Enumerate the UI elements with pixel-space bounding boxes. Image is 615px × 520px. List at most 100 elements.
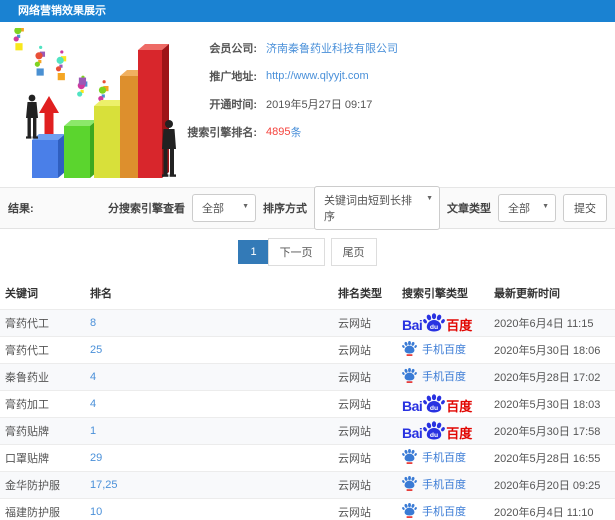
rank-link[interactable]: 4 <box>90 371 96 383</box>
page: 网络营销效果展示 会员公司: 济南秦鲁药业科技有限公司 推广地址: http:/… <box>0 0 615 520</box>
updated-cell: 2020年5月28日 17:02 <box>489 363 615 391</box>
company-link[interactable]: 济南秦鲁药业科技有限公司 <box>266 40 398 56</box>
mobile-baidu-paw-icon <box>402 368 417 384</box>
result-label: 结果: <box>8 203 34 215</box>
updated-cell: 2020年6月4日 11:15 <box>489 309 615 337</box>
mobile-baidu-paw-icon <box>402 341 417 357</box>
svg-text:du: du <box>430 324 438 331</box>
rank-link[interactable]: 10 <box>90 506 102 518</box>
baidu-logo: Bai du 百度 <box>402 394 472 413</box>
results-table-body: 膏药代工 8 云网站 Bai du 百度 2020年6月4日 11:15 膏药代工 25… <box>0 309 615 520</box>
rank-link[interactable]: 8 <box>90 317 96 329</box>
bar-green <box>64 120 97 178</box>
member-info: 会员公司: 济南秦鲁药业科技有限公司 推广地址: http://www.qlyy… <box>180 28 615 187</box>
keyword-cell: 福建防护服 <box>0 498 85 520</box>
ranking-unit: 条 <box>290 126 302 139</box>
mobile-baidu-paw-icon <box>402 476 417 492</box>
engine-cell: Bai du 百度 <box>397 417 489 445</box>
mobile-baidu-label: 手机百度 <box>422 505 466 518</box>
top-section: 会员公司: 济南秦鲁药业科技有限公司 推广地址: http://www.qlyy… <box>0 22 615 188</box>
header-bar: 网络营销效果展示 <box>0 0 615 22</box>
engine-cell: 手机百度 <box>397 336 489 364</box>
filter-bar: 结果: 分搜索引擎查看 全部 排序方式 关键词由短到长排序 文章类型 全部 提交 <box>0 186 615 230</box>
rank-type-cell: 云网站 <box>333 390 397 418</box>
header-rank-type: 排名类型 <box>333 276 397 310</box>
rank-type-cell: 云网站 <box>333 471 397 499</box>
keyword-cell: 金华防护服 <box>0 471 85 499</box>
engine-cell: 手机百度 <box>397 363 489 391</box>
engine-cell: 手机百度 <box>397 498 489 520</box>
updated-cell: 2020年5月30日 17:58 <box>489 417 615 445</box>
open-time-label: 开通时间: <box>209 98 257 111</box>
rank-cell: 17,25 <box>85 471 333 499</box>
table-row: 福建防护服 10 云网站 手机百度 2020年6月4日 11:10 <box>0 498 615 520</box>
info-row-open-time: 开通时间: 2019年5月27日 09:17 <box>180 90 615 117</box>
keyword-cell: 秦鲁药业 <box>0 363 85 391</box>
url-label: 推广地址: <box>209 70 257 83</box>
table-row: 金华防护服 17,25 云网站 手机百度 2020年6月20日 09:25 <box>0 471 615 499</box>
promotion-url-link[interactable]: http://www.qlyyjt.com <box>266 70 369 82</box>
rank-cell: 29 <box>85 444 333 472</box>
rank-link[interactable]: 25 <box>90 344 102 356</box>
engine-filter-label: 分搜索引擎查看 <box>108 203 185 215</box>
rank-type-cell: 云网站 <box>333 309 397 337</box>
rank-cell: 1 <box>85 417 333 445</box>
mobile-baidu-logo: 手机百度 <box>402 341 466 357</box>
filter-controls: 分搜索引擎查看 全部 排序方式 关键词由短到长排序 文章类型 全部 提交 <box>108 186 607 230</box>
rank-cell: 25 <box>85 336 333 364</box>
engine-cell: 手机百度 <box>397 471 489 499</box>
article-type-select[interactable]: 全部 <box>498 194 556 222</box>
svg-text:du: du <box>430 432 438 439</box>
baidu-cn-text: 百度 <box>446 426 473 441</box>
updated-cell: 2020年5月30日 18:03 <box>489 390 615 418</box>
rank-link[interactable]: 4 <box>90 398 96 410</box>
rank-cell: 8 <box>85 309 333 337</box>
header-keyword: 关键词 <box>0 276 85 310</box>
mobile-baidu-logo: 手机百度 <box>402 503 466 519</box>
rank-cell: 10 <box>85 498 333 520</box>
table-row: 秦鲁药业 4 云网站 手机百度 2020年5月28日 17:02 <box>0 363 615 391</box>
rank-type-cell: 云网站 <box>333 498 397 520</box>
header-engine-type: 搜索引擎类型 <box>397 276 489 310</box>
mobile-baidu-logo: 手机百度 <box>402 449 466 465</box>
rank-type-cell: 云网站 <box>333 336 397 364</box>
baidu-bai-text: Bai <box>402 425 423 441</box>
keyword-cell: 膏药代工 <box>0 309 85 337</box>
sort-select[interactable]: 关键词由短到长排序 <box>314 186 440 230</box>
mobile-baidu-paw-icon <box>402 449 417 465</box>
baidu-bai-text: Bai <box>402 317 423 333</box>
up-arrow <box>39 96 59 134</box>
header-rank: 排名 <box>85 276 333 310</box>
company-label: 会员公司: <box>209 42 257 55</box>
next-page-button[interactable]: 下一页 <box>267 238 325 266</box>
mobile-baidu-label: 手机百度 <box>422 343 466 356</box>
article-type-label: 文章类型 <box>447 203 491 215</box>
last-page-button[interactable]: 尾页 <box>330 238 377 266</box>
rank-link[interactable]: 29 <box>90 452 102 464</box>
sort-filter-label: 排序方式 <box>263 203 307 215</box>
page-1-button[interactable]: 1 <box>238 240 269 264</box>
engine-cell: 手机百度 <box>397 444 489 472</box>
updated-cell: 2020年5月28日 16:55 <box>489 444 615 472</box>
header-updated: 最新更新时间 <box>489 276 615 310</box>
results-table: 关键词 排名 排名类型 搜索引擎类型 最新更新时间 膏药代工 8 云网站 Bai d… <box>0 276 615 520</box>
pagination: 1 下一页 尾页 <box>0 229 615 276</box>
baidu-logo: Bai du 百度 <box>402 421 472 440</box>
open-time-value: 2019年5月27日 09:17 <box>266 98 373 111</box>
rank-cell: 4 <box>85 363 333 391</box>
rank-type-cell: 云网站 <box>333 417 397 445</box>
rank-link[interactable]: 17,25 <box>90 479 118 491</box>
engine-cell: Bai du 百度 <box>397 309 489 337</box>
table-row: 膏药加工 4 云网站 Bai du 百度 2020年5月30日 18:03 <box>0 390 615 418</box>
table-row: 口罩贴牌 29 云网站 手机百度 2020年5月28日 16:55 <box>0 444 615 472</box>
submit-button[interactable]: 提交 <box>563 194 607 222</box>
engine-select[interactable]: 全部 <box>192 194 256 222</box>
svg-text:du: du <box>430 405 438 412</box>
baidu-bai-text: Bai <box>402 398 423 414</box>
keyword-cell: 膏药贴牌 <box>0 417 85 445</box>
rank-link[interactable]: 1 <box>90 425 96 437</box>
baidu-paw-icon: du <box>423 421 446 440</box>
table-row: 膏药贴牌 1 云网站 Bai du 百度 2020年5月30日 17:58 <box>0 417 615 445</box>
page-title: 网络营销效果展示 <box>18 5 106 17</box>
keyword-cell: 口罩贴牌 <box>0 444 85 472</box>
